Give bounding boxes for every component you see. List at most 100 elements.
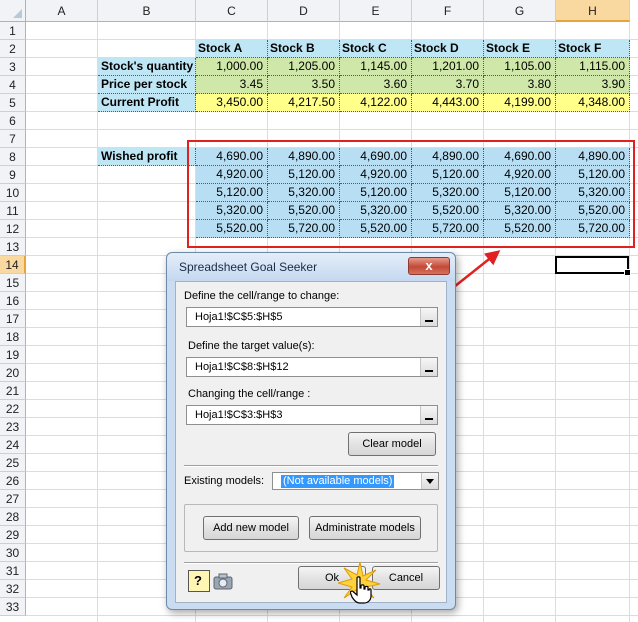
row-header-8[interactable]: 8 — [0, 148, 26, 166]
profit-cell[interactable]: 4,443.00 — [412, 94, 484, 112]
column-header-g[interactable]: G — [484, 0, 556, 22]
row-header-12[interactable]: 12 — [0, 220, 26, 238]
target-value-field[interactable]: Hoja1!$C$8:$H$12 — [186, 357, 438, 377]
column-header-c[interactable]: C — [196, 0, 268, 22]
column-header-d[interactable]: D — [268, 0, 340, 22]
range-picker-icon[interactable] — [420, 406, 437, 424]
row-header-7[interactable]: 7 — [0, 130, 26, 148]
stock-header-cell[interactable]: Stock A — [196, 40, 268, 58]
close-button[interactable]: x — [408, 257, 450, 275]
price-cell[interactable]: 3.50 — [268, 76, 340, 94]
help-glyph: ? — [194, 573, 202, 588]
goal-seeker-dialog: Spreadsheet Goal Seeker x Define the cel… — [166, 252, 456, 610]
row-header-20[interactable]: 20 — [0, 364, 26, 382]
row-header-24[interactable]: 24 — [0, 436, 26, 454]
column-header-h[interactable]: H — [556, 0, 630, 22]
row-header-14[interactable]: 14 — [0, 256, 26, 274]
range-picker-icon[interactable] — [420, 308, 437, 326]
row-header-15[interactable]: 15 — [0, 274, 26, 292]
profit-cell[interactable]: 4,199.00 — [484, 94, 556, 112]
profit-cell[interactable]: 4,122.00 — [340, 94, 412, 112]
row-header-3[interactable]: 3 — [0, 58, 26, 76]
row-header-28[interactable]: 28 — [0, 508, 26, 526]
gridline — [97, 22, 98, 622]
row-header-26[interactable]: 26 — [0, 472, 26, 490]
select-all-corner[interactable] — [0, 0, 26, 22]
stock-header-cell[interactable]: Stock F — [556, 40, 630, 58]
row-header-5[interactable]: 5 — [0, 94, 26, 112]
target-value-label: Define the target value(s): — [188, 340, 315, 352]
row-header-16[interactable]: 16 — [0, 292, 26, 310]
cancel-button[interactable]: Cancel — [372, 566, 440, 590]
changing-range-field[interactable]: Hoja1!$C$3:$H$3 — [186, 405, 438, 425]
row-header-30[interactable]: 30 — [0, 544, 26, 562]
row-header-33[interactable]: 33 — [0, 598, 26, 616]
column-header-b[interactable]: B — [98, 0, 196, 22]
column-header-e[interactable]: E — [340, 0, 412, 22]
row-header-32[interactable]: 32 — [0, 580, 26, 598]
stock-header-cell[interactable]: Stock C — [340, 40, 412, 58]
row-header-27[interactable]: 27 — [0, 490, 26, 508]
dialog-title: Spreadsheet Goal Seeker — [179, 260, 318, 274]
help-icon[interactable]: ? — [188, 570, 210, 592]
changing-range-label: Changing the cell/range : — [188, 388, 311, 400]
wished-profit-label-cell[interactable]: Wished profit — [98, 148, 196, 166]
quantity-cell[interactable]: 1,115.00 — [556, 58, 630, 76]
profit-label-cell[interactable]: Current Profit — [98, 94, 196, 112]
row-header-18[interactable]: 18 — [0, 328, 26, 346]
price-cell[interactable]: 3.80 — [484, 76, 556, 94]
separator — [184, 562, 438, 564]
row-header-17[interactable]: 17 — [0, 310, 26, 328]
quantity-cell[interactable]: 1,145.00 — [340, 58, 412, 76]
changing-range-value: Hoja1!$C$3:$H$3 — [195, 409, 283, 421]
row-header-31[interactable]: 31 — [0, 562, 26, 580]
add-model-button[interactable]: Add new model — [203, 516, 299, 540]
price-cell[interactable]: 3.45 — [196, 76, 268, 94]
row-header-13[interactable]: 13 — [0, 238, 26, 256]
row-header-21[interactable]: 21 — [0, 382, 26, 400]
dialog-titlebar[interactable]: Spreadsheet Goal Seeker x — [167, 253, 455, 281]
quantity-cell[interactable]: 1,105.00 — [484, 58, 556, 76]
column-header-f[interactable]: F — [412, 0, 484, 22]
row-header-11[interactable]: 11 — [0, 202, 26, 220]
stock-header-cell[interactable]: Stock B — [268, 40, 340, 58]
quantity-cell[interactable]: 1,201.00 — [412, 58, 484, 76]
range-picker-icon[interactable] — [420, 358, 437, 376]
row-header-10[interactable]: 10 — [0, 184, 26, 202]
price-cell[interactable]: 3.90 — [556, 76, 630, 94]
profit-cell[interactable]: 4,348.00 — [556, 94, 630, 112]
quantity-cell[interactable]: 1,000.00 — [196, 58, 268, 76]
chevron-down-icon[interactable] — [421, 473, 438, 489]
price-label-cell[interactable]: Price per stock — [98, 76, 196, 94]
row-header-23[interactable]: 23 — [0, 418, 26, 436]
row-header-25[interactable]: 25 — [0, 454, 26, 472]
row-header-22[interactable]: 22 — [0, 400, 26, 418]
stock-header-cell[interactable]: Stock D — [412, 40, 484, 58]
row-header-1[interactable]: 1 — [0, 22, 26, 40]
row-header-29[interactable]: 29 — [0, 526, 26, 544]
change-range-label: Define the cell/range to change: — [184, 290, 340, 302]
administrate-models-button[interactable]: Administrate models — [309, 516, 421, 540]
row-header-6[interactable]: 6 — [0, 112, 26, 130]
row-header-2[interactable]: 2 — [0, 40, 26, 58]
price-cell[interactable]: 3.70 — [412, 76, 484, 94]
quantity-cell[interactable]: 1,205.00 — [268, 58, 340, 76]
column-header-a[interactable]: A — [26, 0, 98, 22]
dialog-body: Define the cell/range to change: Hoja1!$… — [175, 281, 447, 604]
price-cell[interactable]: 3.60 — [340, 76, 412, 94]
camera-icon[interactable] — [212, 570, 234, 592]
existing-models-dropdown[interactable]: (Not available models) — [272, 472, 439, 490]
stock-header-cell[interactable]: Stock E — [484, 40, 556, 58]
profit-cell[interactable]: 3,450.00 — [196, 94, 268, 112]
clear-model-button[interactable]: Clear model — [348, 432, 436, 456]
target-value-value: Hoja1!$C$8:$H$12 — [195, 361, 289, 373]
gridline — [26, 615, 638, 616]
quantity-label-cell[interactable]: Stock's quantity — [98, 58, 196, 76]
row-header-9[interactable]: 9 — [0, 166, 26, 184]
row-header-4[interactable]: 4 — [0, 76, 26, 94]
row-header-19[interactable]: 19 — [0, 346, 26, 364]
active-cell-h14[interactable] — [555, 256, 631, 276]
profit-cell[interactable]: 4,217.50 — [268, 94, 340, 112]
separator — [184, 465, 438, 467]
change-range-field[interactable]: Hoja1!$C$5:$H$5 — [186, 307, 438, 327]
